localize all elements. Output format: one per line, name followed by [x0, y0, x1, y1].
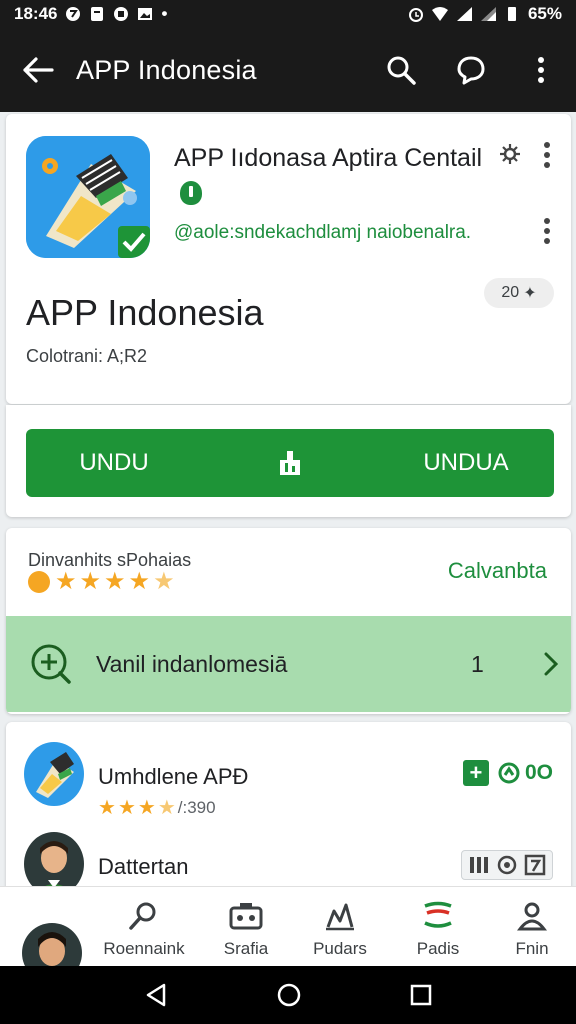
chat-bubble-icon [457, 56, 485, 85]
search-icon [387, 56, 416, 85]
page-title: APP Indonesia [76, 54, 257, 85]
flag-icon [424, 901, 452, 928]
paintbrush-app-icon [26, 136, 150, 258]
download-card: UNDU UNDUA [6, 405, 571, 517]
install-count[interactable]: 0O [497, 761, 553, 785]
app-notification-icon [114, 7, 129, 21]
nav-item-camera[interactable]: Srafia [196, 901, 296, 959]
status-bar: 18:46 • 65% [0, 0, 576, 28]
app-header-card: APP Iıdonasa Aptira Centail @aole:sndeka… [6, 114, 571, 404]
nav-label: Fnin [515, 939, 549, 958]
more-options-button[interactable] [506, 28, 576, 112]
list-item-count: /:390 [177, 798, 216, 817]
download-right-label: UNDUA [423, 449, 509, 476]
search-button[interactable] [366, 28, 436, 112]
system-navigation-bar [0, 966, 576, 1024]
star-icon: ★ [98, 797, 116, 819]
list-item-rating: ★ ★ ★ ★ /:390 [98, 796, 216, 820]
list-item-actions [461, 850, 553, 880]
settings-gear-icon[interactable] [498, 142, 522, 166]
sparkle-icon: ✦ [523, 285, 537, 302]
nav-label: Srafia [223, 939, 269, 958]
app-icon[interactable] [26, 136, 150, 258]
arrow-back-icon [23, 57, 54, 83]
star-icon: ★ [104, 568, 126, 595]
battery-percent: 65% [527, 4, 562, 23]
open-box-icon[interactable] [524, 854, 546, 876]
back-button[interactable] [0, 28, 76, 112]
system-back-icon[interactable] [144, 983, 168, 1007]
chart-icon [326, 903, 354, 931]
star-icon: ★ [137, 797, 156, 819]
search-icon [129, 902, 156, 930]
nav-item-flags[interactable]: Padis [388, 901, 488, 959]
star-icon: ★ [128, 568, 151, 595]
star-icon: ★ [117, 797, 136, 819]
dot-icon: • [161, 4, 168, 23]
rating-stars: ★ ★ ★ ★ ★ [28, 570, 175, 594]
nav-item-charts[interactable]: Pudars [290, 901, 390, 959]
nav-label: Padis [416, 939, 460, 958]
system-recents-icon[interactable] [410, 984, 432, 1006]
nav-label: Pudars [313, 939, 367, 958]
nav-label: Roennaink [103, 939, 185, 958]
wifi-icon [431, 7, 448, 21]
size-chip[interactable]: 20 ✦ [484, 278, 554, 308]
status-time: 18:46 [14, 4, 58, 23]
person-icon [517, 902, 547, 931]
image-icon [138, 8, 153, 20]
chat-button[interactable] [436, 28, 506, 112]
battery-icon [507, 7, 516, 21]
see-all-reviews-link[interactable]: Calvanbta [448, 558, 547, 584]
add-button[interactable]: + [462, 760, 489, 786]
app-name: APP Iıdonasa Aptira Centail [174, 140, 494, 212]
developer-handle[interactable]: @aole:sndekachdlamj naiobenalra. [174, 222, 471, 244]
verified-badge-icon [180, 181, 202, 205]
download-icon [280, 451, 300, 475]
promo-count: 1 [471, 650, 484, 677]
rating-card: Dinvanhits sPohaias ★ ★ ★ ★ ★ Calvanbta … [6, 528, 571, 714]
nav-item-search[interactable]: Roennaink [94, 901, 194, 959]
refresh-icon [498, 762, 520, 784]
system-home-icon[interactable] [276, 982, 302, 1008]
list-item-actions: + 0O [462, 760, 553, 786]
more-vert-icon[interactable] [536, 216, 558, 246]
signal-icon [456, 7, 472, 21]
promo-row[interactable]: Vanil indanlomesiā 1 [6, 616, 571, 712]
signal-2-icon [480, 7, 496, 21]
bookmark-icon[interactable] [468, 854, 490, 876]
promo-text: Vanil indanlomesiā [96, 650, 288, 677]
alarm-icon [408, 8, 423, 22]
app-name-text: APP Iıdonasa Aptira Centail [174, 144, 483, 172]
action-icon-group [461, 850, 553, 880]
download-left-label: UNDU [79, 449, 149, 476]
star-icon: ★ [55, 568, 77, 595]
add-search-icon [31, 644, 71, 684]
list-item-title: Umhdlene APÐ [98, 764, 249, 789]
notification-icon [66, 7, 81, 21]
app-bar: APP Indonesia [0, 28, 576, 112]
star-icon: ★ [79, 568, 102, 595]
nav-item-profile[interactable]: Fnin [482, 901, 576, 959]
app-category: Colotrani: A;R2 [26, 346, 148, 366]
camera-icon [229, 903, 263, 930]
rating-badge-icon [28, 571, 50, 593]
share-circle-icon[interactable] [496, 854, 518, 876]
app-title-large: APP Indonesia [26, 292, 264, 333]
chevron-right-icon [544, 652, 558, 676]
more-vert-icon[interactable] [536, 140, 558, 170]
clipboard-icon [91, 7, 104, 21]
paintbrush-app-icon [24, 742, 84, 806]
list-item[interactable]: Umhdlene APÐ ★ ★ ★ ★ /:390 + 0O [6, 736, 571, 836]
app-avatar [24, 742, 84, 806]
bottom-navigation: Roennaink Srafia Pudars Padis Fnin [0, 886, 576, 983]
download-button[interactable]: UNDU UNDUA [26, 429, 554, 497]
more-vert-icon [538, 57, 544, 83]
star-half-icon: ★ [157, 797, 176, 819]
list-item-title: Dattertan [98, 854, 189, 879]
star-half-icon: ★ [153, 568, 175, 595]
